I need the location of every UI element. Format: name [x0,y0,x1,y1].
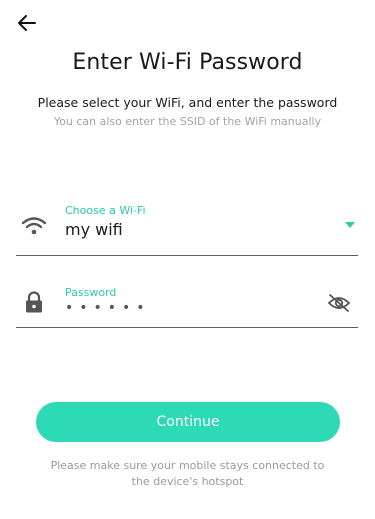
wifi-select[interactable]: Choose a Wi-Fi my wifi [16,198,358,256]
page-title: Enter Wi-Fi Password [72,50,303,75]
caret-down-icon[interactable] [344,220,356,230]
password-label: Password [65,286,117,299]
wifi-value: my wifi [65,220,123,239]
wifi-label: Choose a Wi-Fi [65,204,146,217]
continue-button[interactable]: Continue [36,402,340,442]
wifi-icon [20,215,48,237]
password-field[interactable]: Password •••••• [16,282,358,328]
page-subtitle: Please select your WiFi, and enter the p… [37,95,338,110]
footer-note: Please make sure your mobile stays conne… [50,459,325,488]
password-input[interactable]: •••••• [65,300,151,316]
lock-icon [20,290,48,314]
back-button[interactable] [14,12,40,38]
page-hint: You can also enter the SSID of the WiFi … [53,115,322,128]
arrow-left-icon [17,13,37,37]
eye-off-icon[interactable] [326,292,352,314]
